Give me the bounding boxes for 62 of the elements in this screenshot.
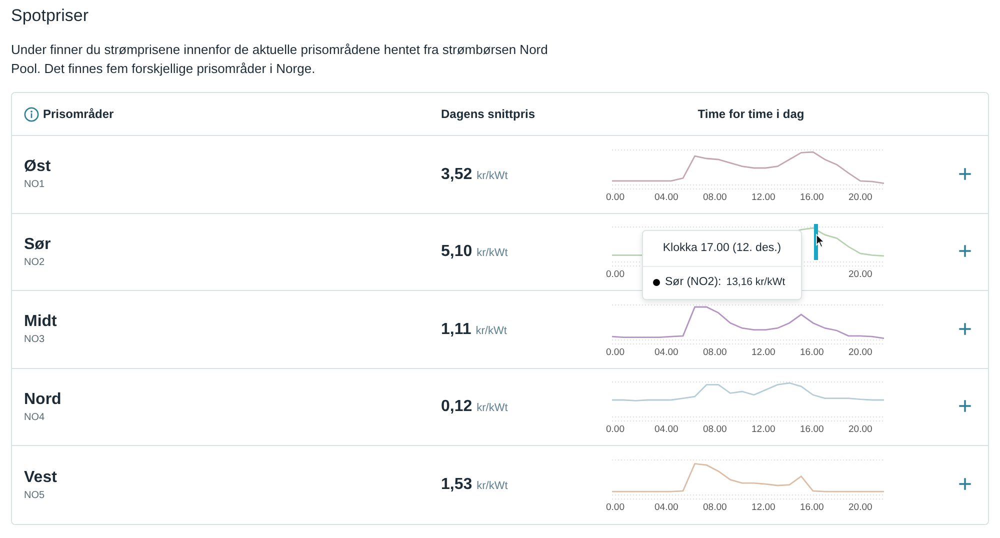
price-unit: kr/kWt	[476, 402, 508, 414]
series-dot	[653, 279, 660, 286]
price-unit: kr/kWt	[476, 170, 508, 182]
series-label: Sør (NO2):	[665, 275, 722, 290]
price-value: 1,53	[441, 476, 472, 494]
expand-button[interactable]: +	[954, 240, 976, 264]
axis-tick-label: 04.00	[654, 424, 678, 436]
price-unit: kr/kWt	[476, 247, 508, 260]
mouse-pointer-icon	[816, 234, 825, 248]
expand-button[interactable]: +	[954, 473, 976, 498]
axis-tick-label: 08.00	[703, 346, 727, 358]
price-unit: kr/kWt	[476, 480, 508, 492]
axis-tick-label: 0.00	[606, 346, 624, 358]
axis-tick-label: 12.00	[752, 192, 776, 203]
axis-tick-label: 04.00	[654, 192, 678, 203]
axis-tick-label: 12.00	[752, 346, 776, 358]
price-unit: kr/kWt	[476, 324, 507, 337]
expand-button[interactable]: +	[954, 162, 976, 187]
axis-tick-label: 0.00	[606, 192, 624, 203]
area-code: NO5	[24, 488, 46, 503]
axis-tick-label: 16.00	[800, 192, 824, 203]
axis-tick-label: 20.00	[848, 346, 872, 358]
expand-button[interactable]: +	[954, 395, 976, 420]
axis-tick-label: 20.00	[848, 192, 872, 203]
area-code: NO2	[24, 256, 46, 270]
area-name: Midt	[24, 312, 58, 332]
area-name: Vest	[24, 468, 58, 488]
intro-text: Under finner du strømprisene innenfor de aktuelle prisområdene hentet fra strømbørsen Nord Pool. Det finnes fem forskjellige prisområder i Norge.	[11, 41, 549, 78]
axis-tick-label: 16.00	[800, 346, 824, 358]
axis-tick-label: 04.00	[654, 346, 678, 358]
axis-tick-label: 08.00	[703, 424, 727, 436]
axis-tick-label: 08.00	[703, 502, 727, 514]
info-icon[interactable]	[24, 106, 39, 122]
page-title: Spotpriser	[11, 6, 90, 26]
axis-tick-label: 08.00	[703, 192, 727, 203]
axis-tick-label: 20.00	[848, 502, 872, 514]
area-code: NO1	[24, 178, 46, 192]
price-value: 1,11	[441, 320, 472, 338]
axis-tick-label: 0.00	[606, 269, 624, 280]
area-code: NO3	[24, 333, 46, 348]
tooltip-title: Klokka 17.00 (12. des.)	[643, 231, 801, 268]
column-header: Dagens snittpris	[441, 107, 536, 122]
price-value: 5,10	[441, 243, 472, 260]
area-name: Nord	[24, 390, 62, 410]
series-value: 13,16 kr/kWt	[726, 275, 786, 290]
axis-tick-label: 04.00	[654, 502, 678, 514]
area-name: Øst	[24, 157, 52, 178]
axis-tick-label: 12.00	[752, 424, 776, 436]
area-name: Sør	[24, 234, 52, 255]
axis-tick-label: 16.00	[800, 424, 824, 436]
expand-button[interactable]: +	[954, 318, 976, 342]
axis-tick-label: 16.00	[800, 502, 824, 514]
axis-tick-label: 12.00	[752, 502, 776, 514]
axis-tick-label: 20.00	[848, 269, 872, 280]
price-value: 3,52	[441, 166, 472, 183]
column-header: Time for time i dag	[698, 107, 804, 122]
axis-tick-label: 0.00	[606, 502, 624, 514]
axis-tick-label: 20.00	[848, 424, 872, 436]
price-value: 0,12	[441, 398, 472, 416]
area-code: NO4	[24, 410, 46, 425]
column-header: Prisområder	[43, 106, 114, 124]
axis-tick-label: 0.00	[606, 424, 624, 436]
